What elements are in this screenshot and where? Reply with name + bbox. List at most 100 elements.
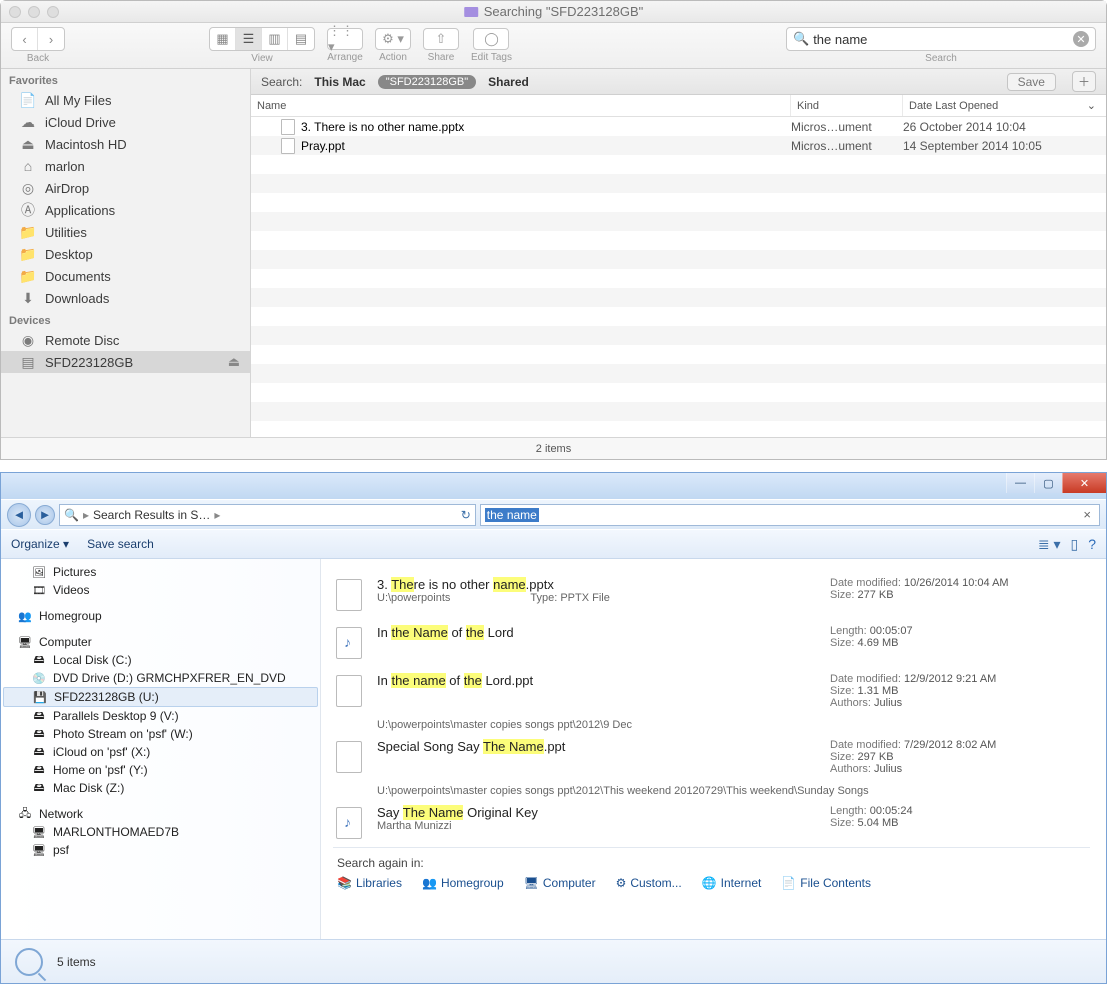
sidebar-drive[interactable]: 🖴Local Disk (C:) <box>3 651 318 669</box>
search-again-link[interactable]: ⚙Custom... <box>616 876 682 890</box>
sidebar-network[interactable]: 🖧Network <box>3 805 318 823</box>
share-button[interactable]: ⇧ <box>423 28 459 50</box>
explorer-results: 3. There is no other name.pptxU:\powerpo… <box>321 559 1106 939</box>
sidebar-drive[interactable]: 💾SFD223128GB (U:) <box>3 687 318 707</box>
clear-search-icon[interactable]: × <box>1079 507 1095 522</box>
results-list: 3. There is no other name.pptxMicros…ume… <box>251 117 1106 437</box>
sidebar-item[interactable]: ◎AirDrop <box>1 177 250 199</box>
save-search-button[interactable]: Save search <box>87 537 154 551</box>
sidebar-homegroup[interactable]: 👥Homegroup <box>3 607 318 625</box>
minimize-button[interactable] <box>28 6 40 18</box>
sidebar-drive[interactable]: 🖴iCloud on 'psf' (X:) <box>3 743 318 761</box>
col-date[interactable]: Date Last Opened⌄ <box>903 95 1106 116</box>
breadcrumb[interactable]: 🔍 ▸ Search Results in S… ▸ ↻ <box>59 504 476 526</box>
search-again-link[interactable]: 📄File Contents <box>781 876 871 890</box>
eject-icon[interactable]: ⏏ <box>228 354 240 370</box>
help-icon[interactable]: ? <box>1088 536 1096 552</box>
search-result[interactable]: 3. There is no other name.pptxU:\powerpo… <box>333 571 1090 619</box>
refresh-icon[interactable]: ↻ <box>461 508 471 522</box>
result-row[interactable]: 3. There is no other name.pptxMicros…ume… <box>251 117 1106 136</box>
network-icon: 🖧 <box>17 807 33 821</box>
sidebar-item[interactable]: 📄All My Files <box>1 89 250 111</box>
save-search-button[interactable]: Save <box>1007 73 1056 91</box>
tags-button[interactable]: ◯ <box>473 28 509 50</box>
sidebar-item-label: Mac Disk (Z:) <box>53 781 124 795</box>
search-input[interactable] <box>813 32 1073 47</box>
search-label: Search <box>925 53 957 64</box>
sidebar-item[interactable]: 📁Desktop <box>1 243 250 265</box>
search-field[interactable]: 🔍 ✕ <box>786 27 1096 51</box>
sidebar-drive[interactable]: 💿DVD Drive (D:) GRMCHPXFRER_EN_DVD <box>3 669 318 687</box>
explorer-search-field[interactable]: the name × <box>480 504 1100 526</box>
close-button[interactable] <box>9 6 21 18</box>
search-result[interactable]: In the name of the Lord.pptDate modified… <box>333 667 1090 715</box>
nav-back-button[interactable]: ◄ <box>7 503 31 527</box>
preview-pane-icon[interactable]: ▯ <box>1070 536 1078 553</box>
sidebar-item-label: Remote Disc <box>45 333 119 348</box>
sidebar-item[interactable]: ⬇Downloads <box>1 287 250 309</box>
sidebar-item-label: Downloads <box>45 291 109 306</box>
folder-icon: 📁 <box>19 246 37 262</box>
sidebar-drive[interactable]: 🖴Photo Stream on 'psf' (W:) <box>3 725 318 743</box>
sidebar-network-item[interactable]: 🖥psf <box>3 841 318 859</box>
maximize-button[interactable]: ▢ <box>1034 473 1062 493</box>
computer-icon: 🖥 <box>31 843 47 857</box>
sidebar-network-item[interactable]: 🖥MARLONTHOMAED7B <box>3 823 318 841</box>
sidebar-item-label: marlon <box>45 159 85 174</box>
col-name[interactable]: Name <box>251 95 791 116</box>
search-result[interactable]: Special Song Say The Name.pptDate modifi… <box>333 733 1090 781</box>
sidebar-drive[interactable]: 🖴Parallels Desktop 9 (V:) <box>3 707 318 725</box>
finder-titlebar[interactable]: Searching "SFD223128GB" <box>1 1 1106 23</box>
search-icon: 🔍 <box>793 31 809 47</box>
sidebar-item[interactable]: 🎞Videos <box>3 581 318 599</box>
sidebar-item[interactable]: ⏏Macintosh HD <box>1 133 250 155</box>
search-again-link[interactable]: 👥Homegroup <box>422 876 504 890</box>
explorer-titlebar[interactable]: — ▢ ✕ <box>1 473 1106 499</box>
sidebar-item[interactable]: ⌂ marlon <box>1 155 250 177</box>
col-kind[interactable]: Kind <box>791 95 903 116</box>
coverflow-view-button[interactable]: ▤ <box>288 28 314 50</box>
sidebar-drive[interactable]: 🖴Home on 'psf' (Y:) <box>3 761 318 779</box>
sidebar-computer[interactable]: 🖥Computer <box>3 633 318 651</box>
zoom-button[interactable] <box>47 6 59 18</box>
sidebar-item[interactable]: ▤SFD223128GB⏏ <box>1 351 250 373</box>
organize-button[interactable]: Organize ▾ <box>11 537 69 551</box>
back-button[interactable]: ‹ <box>12 28 38 50</box>
search-again-link[interactable]: 🖥Computer <box>524 876 596 890</box>
link-icon: 👥 <box>422 876 437 890</box>
link-icon: 📚 <box>337 876 352 890</box>
search-result[interactable]: Say The Name Original KeyMartha MunizziL… <box>333 799 1090 847</box>
add-criteria-button[interactable]: ＋ <box>1072 71 1096 92</box>
command-bar: Organize ▾ Save search ≣ ▾ ▯ ? <box>1 529 1106 559</box>
link-icon: 📄 <box>781 876 796 890</box>
scope-current[interactable]: "SFD223128GB" <box>378 75 476 89</box>
sidebar-item[interactable]: 🖼Pictures <box>3 563 318 581</box>
search-again-link[interactable]: 📚Libraries <box>337 876 402 890</box>
view-options-icon[interactable]: ≣ ▾ <box>1038 536 1061 553</box>
sidebar-drive[interactable]: 🖴Mac Disk (Z:) <box>3 779 318 797</box>
home-icon: ⌂ <box>19 158 37 174</box>
sidebar-item[interactable]: ⒶApplications <box>1 199 250 221</box>
search-result[interactable]: In the Name of the LordLength: 00:05:07S… <box>333 619 1090 667</box>
forward-button[interactable]: › <box>38 28 64 50</box>
nav-forward-button[interactable]: ► <box>35 505 55 525</box>
sidebar-item[interactable]: ◉Remote Disc <box>1 329 250 351</box>
icon-view-button[interactable]: ▦ <box>210 28 236 50</box>
clear-search-icon[interactable]: ✕ <box>1073 31 1089 47</box>
close-button[interactable]: ✕ <box>1062 473 1106 493</box>
result-row[interactable]: Pray.pptMicros…ument14 September 2014 10… <box>251 136 1106 155</box>
search-again-link[interactable]: 🌐Internet <box>702 876 762 890</box>
sidebar-item[interactable]: ☁iCloud Drive <box>1 111 250 133</box>
scope-shared[interactable]: Shared <box>488 75 529 89</box>
sidebar-item[interactable]: 📁Utilities <box>1 221 250 243</box>
list-view-button[interactable]: ☰ <box>236 28 262 50</box>
column-view-button[interactable]: ▥ <box>262 28 288 50</box>
search-input[interactable]: the name <box>485 508 539 522</box>
action-button[interactable]: ⚙ ▾ <box>375 28 411 50</box>
result-path: U:\powerpoints\master copies songs ppt\2… <box>333 715 1090 733</box>
status-text: 5 items <box>57 955 96 969</box>
sidebar-item[interactable]: 📁Documents <box>1 265 250 287</box>
arrange-button[interactable]: ⋮⋮ ▾ <box>327 28 363 50</box>
minimize-button[interactable]: — <box>1006 473 1034 493</box>
scope-this-mac[interactable]: This Mac <box>314 75 365 89</box>
